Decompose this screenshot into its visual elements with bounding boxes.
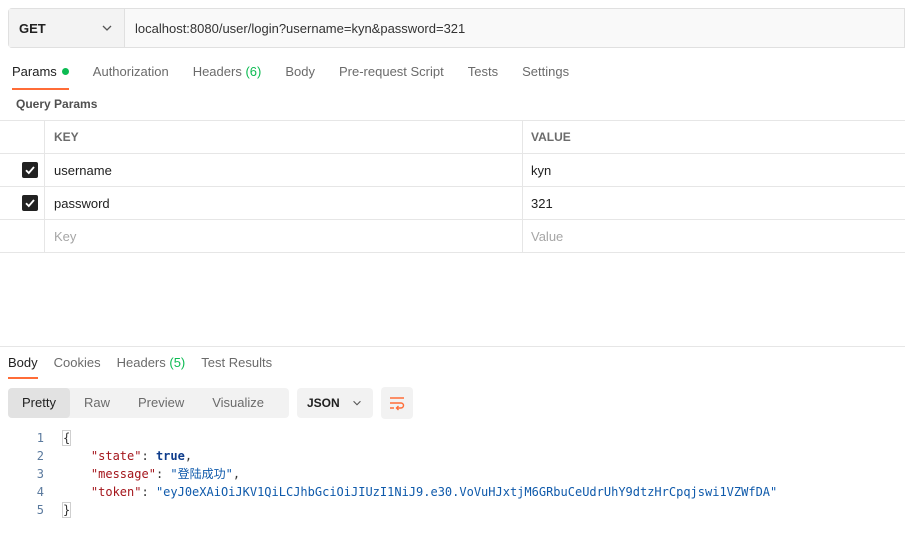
row-checkbox[interactable] <box>22 162 38 178</box>
json-key: "token" <box>90 485 142 499</box>
checkmark-icon <box>25 199 35 208</box>
tab-body-label: Body <box>285 64 315 79</box>
param-value: 321 <box>531 195 553 211</box>
chevron-down-icon <box>102 25 112 31</box>
param-value-cell[interactable]: 321 <box>523 187 905 219</box>
view-raw-button[interactable]: Raw <box>70 388 124 418</box>
tab-pre-request-script-label: Pre-request Script <box>338 64 444 79</box>
param-value-cell[interactable]: kyn <box>523 154 905 186</box>
tab-pre-request-script[interactable]: Pre-request Script <box>327 62 456 90</box>
response-tab-body-label: Body <box>8 355 38 370</box>
table-row: username kyn <box>0 154 905 187</box>
code-line: 3 "message": "登陆成功", <box>0 465 905 483</box>
json-key: "message" <box>90 467 156 481</box>
code-line: 5 } <box>0 501 905 519</box>
tab-settings-label: Settings <box>522 64 570 79</box>
line-number: 5 <box>36 503 44 517</box>
code-line: 1 { <box>0 429 905 447</box>
table-row-empty: Key Value <box>0 220 905 253</box>
code-line: 4 "token": "eyJ0eXAiOiJKV1QiLCJhbGciOiJI… <box>0 483 905 501</box>
line-number: 4 <box>36 485 44 499</box>
chevron-down-icon <box>353 400 361 406</box>
json-key: "state" <box>90 449 142 463</box>
response-tab-headers-count: (5) <box>169 355 186 370</box>
tab-tests[interactable]: Tests <box>456 62 510 90</box>
code-line: 2 "state": true, <box>0 447 905 465</box>
json-value: "登陆成功" <box>170 467 233 481</box>
tab-body[interactable]: Body <box>273 62 327 90</box>
tab-authorization-label: Authorization <box>92 64 169 79</box>
param-value: kyn <box>531 162 552 178</box>
table-header-row: KEY VALUE <box>0 121 905 154</box>
tab-authorization[interactable]: Authorization <box>81 62 181 90</box>
tab-params-label: Params <box>12 64 57 79</box>
response-tab-headers-label: Headers <box>116 355 166 370</box>
response-tab-test-results[interactable]: Test Results <box>193 353 280 379</box>
format-select[interactable]: JSON <box>297 388 373 418</box>
method-label: GET <box>19 20 46 36</box>
tab-tests-label: Tests <box>467 64 499 79</box>
params-active-dot <box>61 68 69 75</box>
param-key: password <box>54 195 110 211</box>
tab-headers[interactable]: Headers (6) <box>181 62 274 90</box>
json-value: true <box>155 449 185 463</box>
response-tab-headers[interactable]: Headers (5) <box>109 353 194 379</box>
response-tab-cookies-label: Cookies <box>53 355 101 370</box>
request-url-bar: GET localhost:8080/user/login?username=k… <box>8 8 905 48</box>
request-tabs: Params Authorization Headers (6) Body Pr… <box>0 62 581 90</box>
value-column-header: VALUE <box>531 130 571 144</box>
header-check-cell <box>0 121 45 153</box>
json-comma: , <box>184 449 193 463</box>
row-checkbox[interactable] <box>22 195 38 211</box>
response-tab-test-results-label: Test Results <box>201 355 273 370</box>
view-mode-group: Pretty Raw Preview Visualize <box>8 388 289 418</box>
tab-headers-count: (6) <box>245 64 262 79</box>
tab-headers-label: Headers <box>192 64 242 79</box>
view-pretty-button[interactable]: Pretty <box>8 388 70 418</box>
method-select[interactable]: GET <box>9 9 125 47</box>
wrap-lines-button[interactable] <box>381 387 413 419</box>
response-tab-body[interactable]: Body <box>0 353 46 379</box>
value-placeholder: Value <box>531 228 564 244</box>
param-key-cell[interactable]: username <box>45 154 523 186</box>
close-brace: } <box>62 502 72 518</box>
format-label: JSON <box>307 396 340 410</box>
line-number: 1 <box>36 431 44 445</box>
view-preview-button[interactable]: Preview <box>124 388 198 418</box>
url-input[interactable]: localhost:8080/user/login?username=kyn&p… <box>125 9 904 47</box>
new-value-input[interactable]: Value <box>523 220 905 252</box>
tab-params[interactable]: Params <box>0 62 81 90</box>
response-body-viewer: 1 { 2 "state": true, 3 "message": "登陆成功"… <box>0 429 905 519</box>
wrap-lines-icon <box>390 397 405 411</box>
table-row: password 321 <box>0 187 905 220</box>
json-comma: , <box>232 467 241 481</box>
param-key-cell[interactable]: password <box>45 187 523 219</box>
line-number: 2 <box>36 449 44 463</box>
url-text: localhost:8080/user/login?username=kyn&p… <box>135 20 466 36</box>
response-divider[interactable] <box>0 346 905 347</box>
view-visualize-button[interactable]: Visualize <box>198 388 278 418</box>
response-tabs: Body Cookies Headers (5) Test Results <box>0 353 280 379</box>
query-params-table: KEY VALUE username kyn password 321 Key … <box>0 120 905 253</box>
key-column-header: KEY <box>54 130 79 144</box>
empty-check-cell <box>0 220 45 252</box>
json-value: "eyJ0eXAiOiJKV1QiLCJhbGciOiJIUzI1NiJ9.e3… <box>155 485 778 499</box>
param-key: username <box>54 162 112 178</box>
response-tab-cookies[interactable]: Cookies <box>46 353 109 379</box>
query-params-title: Query Params <box>16 97 98 111</box>
key-placeholder: Key <box>54 228 77 244</box>
new-key-input[interactable]: Key <box>45 220 523 252</box>
line-number: 3 <box>36 467 44 481</box>
tab-settings[interactable]: Settings <box>510 62 581 90</box>
open-brace: { <box>62 430 72 446</box>
checkmark-icon <box>25 166 35 175</box>
